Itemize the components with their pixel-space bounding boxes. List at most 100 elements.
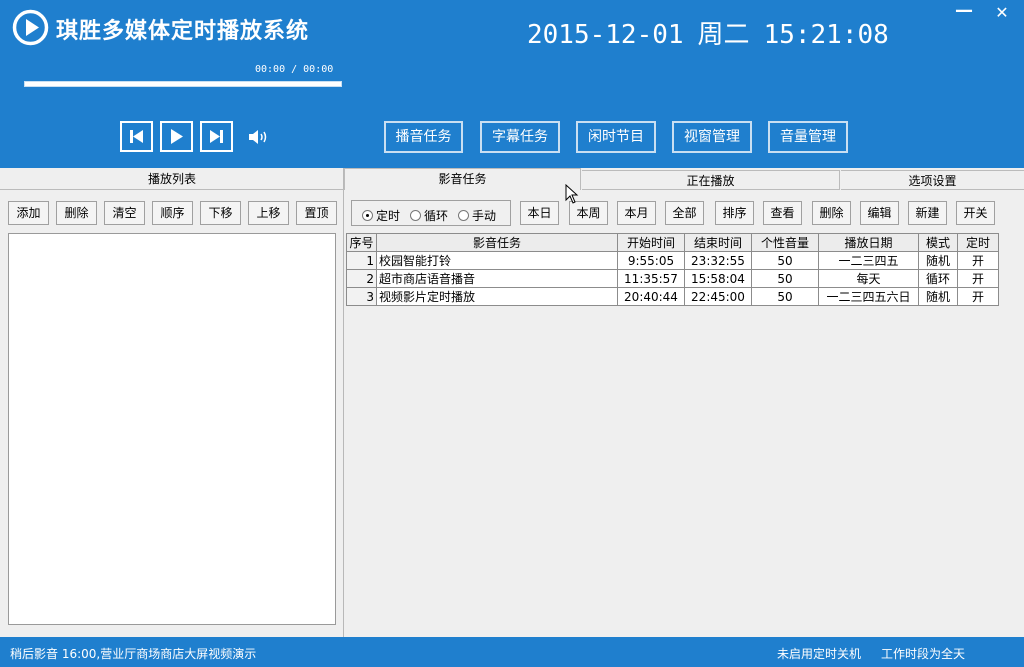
subtitle-tasks-button[interactable]: 字幕任务 [480,121,560,153]
playlist-move-down-button[interactable]: 下移 [200,201,241,225]
row-index: 3 [346,287,377,306]
playlist-order-button[interactable]: 顺序 [152,201,193,225]
column-header[interactable]: 播放日期 [818,233,919,252]
play-icon [171,129,183,144]
playlist-add-button[interactable]: 添加 [8,201,49,225]
column-header[interactable]: 序号 [346,233,377,252]
volume: 50 [751,269,819,288]
start-time: 11:35:57 [617,269,685,288]
playlist-list[interactable] [8,233,336,625]
mode-radio-group: 定时 循环 手动 [351,200,511,226]
idle-programs-button[interactable]: 闲时节目 [576,121,656,153]
column-header[interactable]: 个性音量 [751,233,819,252]
tab-media-tasks[interactable]: 影音任务 [344,168,581,190]
close-button[interactable]: ✕ [989,2,1015,24]
filter-today-button[interactable]: 本日 [520,201,559,225]
task-name: 视频影片定时播放 [376,287,618,306]
clock-weekday: 周二 [697,20,750,50]
filter-all-button[interactable]: 全部 [665,201,704,225]
task-table: 序号 影音任务 开始时间 结束时间 个性音量 播放日期 模式 定时 1 校园智能… [346,233,999,306]
volume: 50 [751,251,819,270]
play-circle-icon [12,9,49,46]
mode: 随机 [918,287,958,306]
row-index: 1 [346,251,377,270]
playlist-move-up-button[interactable]: 上移 [248,201,289,225]
end-time: 23:32:55 [684,251,752,270]
volume-management-button[interactable]: 音量管理 [768,121,848,153]
playlist-clear-button[interactable]: 清空 [104,201,145,225]
timer: 开 [957,287,999,306]
radio-dot-checked [362,210,373,221]
playlist-pane: 播放列表 添加 删除 清空 顺序 下移 上移 置顶 [0,168,344,637]
task-table-area: 序号 影音任务 开始时间 结束时间 个性音量 播放日期 模式 定时 1 校园智能… [346,233,1018,633]
volume: 50 [751,287,819,306]
tab-now-playing[interactable]: 正在播放 [582,170,840,190]
progress-bar[interactable] [24,81,342,87]
mode-manual-radio[interactable]: 手动 [458,207,496,224]
column-header[interactable]: 结束时间 [684,233,752,252]
column-header[interactable]: 定时 [957,233,999,252]
column-header[interactable]: 开始时间 [617,233,685,252]
header-bar: 琪胜多媒体定时播放系统 2015-12-01 周二 15:21:08 — ✕ 00:… [0,0,1024,168]
previous-button[interactable] [120,121,153,152]
column-header[interactable]: 模式 [918,233,958,252]
toggle-button[interactable]: 开关 [956,201,995,225]
playlist-delete-button[interactable]: 删除 [56,201,97,225]
playlist-pin-top-button[interactable]: 置顶 [296,201,337,225]
mode-timed-radio[interactable]: 定时 [362,207,400,224]
clock-date: 2015-12-01 [527,20,684,50]
play-days: 一二三四五六日 [818,287,919,306]
end-time: 15:58:04 [684,269,752,288]
mode-manual-label: 手动 [472,209,497,223]
start-time: 20:40:44 [617,287,685,306]
next-item-status: 稍后影音 16:00,营业厅商场商店大屏视频演示 [10,647,257,661]
playlist-tab[interactable]: 播放列表 [0,168,344,190]
mode-timed-label: 定时 [376,209,401,223]
mode-loop-label: 循环 [424,209,449,223]
clock-time: 15:21:08 [763,20,889,50]
skip-previous-icon [130,130,143,143]
row-index: 2 [346,269,377,288]
mode-loop-radio[interactable]: 循环 [410,207,448,224]
play-button[interactable] [160,121,193,152]
view-button[interactable]: 查看 [763,201,802,225]
app-title: 琪胜多媒体定时播放系统 [56,19,310,44]
minimize-button[interactable]: — [951,2,977,24]
clock: 2015-12-01 周二 15:21:08 [527,14,903,51]
column-header[interactable]: 影音任务 [376,233,618,252]
radio-dot [458,210,469,221]
next-button[interactable] [200,121,233,152]
play-days: 一二三四五 [818,251,919,270]
play-days: 每天 [818,269,919,288]
table-row[interactable]: 1 校园智能打铃 9:55:05 23:32:55 50 一二三四五 随机 开 [346,251,999,270]
tab-options[interactable]: 选项设置 [841,170,1024,190]
time-readout: 00:00 / 00:00 [255,64,334,75]
table-row[interactable]: 3 视频影片定时播放 20:40:44 22:45:00 50 一二三四五六日 … [346,287,999,306]
edit-task-button[interactable]: 编辑 [860,201,899,225]
mouse-cursor-icon [565,184,579,204]
timer: 开 [957,269,999,288]
table-row[interactable]: 2 超市商店语音播音 11:35:57 15:58:04 50 每天 循环 开 [346,269,999,288]
filter-month-button[interactable]: 本月 [617,201,656,225]
start-time: 9:55:05 [617,251,685,270]
volume-icon[interactable] [248,128,270,146]
task-name: 校园智能打铃 [376,251,618,270]
table-header-row: 序号 影音任务 开始时间 结束时间 个性音量 播放日期 模式 定时 [346,233,999,252]
mode: 循环 [918,269,958,288]
task-name: 超市商店语音播音 [376,269,618,288]
shutdown-status: 未启用定时关机 [777,647,862,661]
work-period-status: 工作时段为全天 [881,647,966,661]
end-time: 22:45:00 [684,287,752,306]
radio-dot [410,210,421,221]
mode: 随机 [918,251,958,270]
delete-task-button[interactable]: 删除 [812,201,851,225]
status-bar: 稍后影音 16:00,营业厅商场商店大屏视频演示 未启用定时关机 工作时段为全天 [0,637,1024,667]
filter-week-button[interactable]: 本周 [569,201,608,225]
skip-next-icon [210,130,223,143]
new-task-button[interactable]: 新建 [908,201,947,225]
timer: 开 [957,251,999,270]
window-management-button[interactable]: 视窗管理 [672,121,752,153]
tasks-pane: 影音任务 正在播放 选项设置 定时 循环 手动 本日 本周 本月 全部 排序 查… [344,168,1024,637]
broadcast-tasks-button[interactable]: 播音任务 [384,121,463,153]
sort-button[interactable]: 排序 [715,201,754,225]
